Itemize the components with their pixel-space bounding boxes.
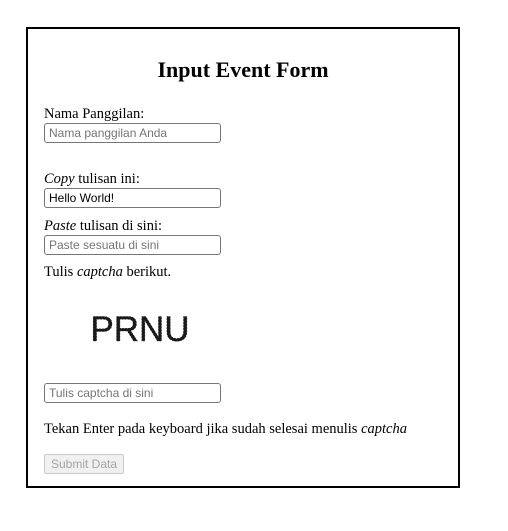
captcha-text: PRNU <box>90 310 189 349</box>
captcha-label: Tulis captcha berikut. <box>44 264 171 280</box>
paste-label-emphasis: Paste <box>44 218 77 234</box>
enter-hint-emphasis: captcha <box>361 421 407 437</box>
enter-hint: Tekan Enter pada keyboard jika sudah sel… <box>44 421 407 437</box>
nickname-input[interactable] <box>44 123 221 143</box>
nickname-label: Nama Panggilan: <box>44 106 145 122</box>
copy-source-input[interactable] <box>44 188 221 208</box>
captcha-label-before: Tulis <box>44 264 77 280</box>
copy-label-text: tulisan ini: <box>74 171 140 187</box>
enter-hint-text: Tekan Enter pada keyboard jika sudah sel… <box>44 421 362 437</box>
captcha-label-after: berikut. <box>122 264 172 280</box>
captcha-label-emphasis: captcha <box>76 264 123 280</box>
form-title: Input Event Form <box>157 57 329 82</box>
paste-label: Paste tulisan di sini: <box>44 218 162 234</box>
submit-button[interactable]: Submit Data <box>44 454 125 474</box>
copy-label-emphasis: Copy <box>44 171 75 187</box>
copy-label: Copy tulisan ini: <box>44 171 140 187</box>
input-event-form: Input Event Form Nama Panggilan: Copy tu… <box>26 27 460 488</box>
captcha-image: PRNU <box>90 310 190 350</box>
paste-target-input[interactable] <box>44 235 221 255</box>
paste-label-text: tulisan di sini: <box>76 218 163 234</box>
captcha-input[interactable] <box>44 383 221 403</box>
